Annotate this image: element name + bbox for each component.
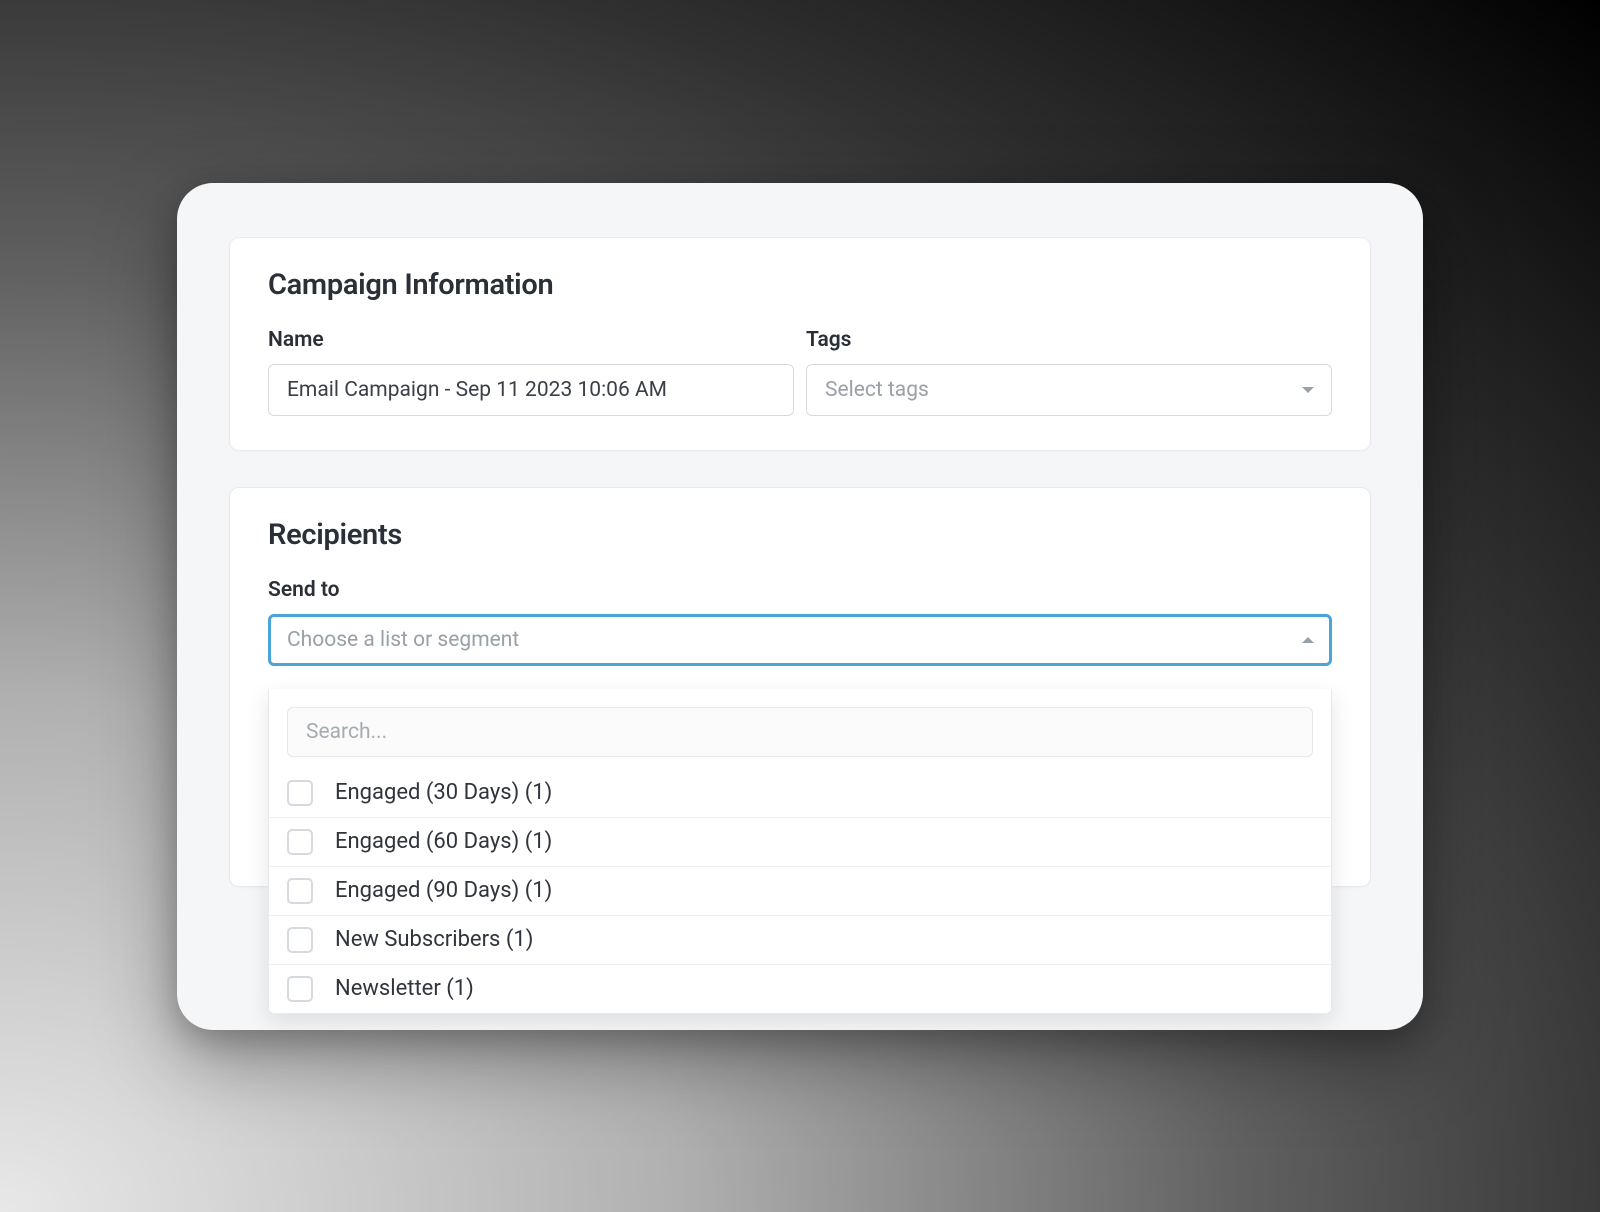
option-label: New Subscribers (1)	[335, 927, 533, 952]
send-to-label: Send to	[268, 578, 1332, 602]
tags-select[interactable]: Select tags	[806, 364, 1332, 416]
recipients-title: Recipients	[268, 518, 1332, 552]
caret-up-icon	[1302, 637, 1314, 643]
search-wrap	[269, 707, 1331, 769]
checkbox-icon[interactable]	[287, 829, 313, 855]
send-to-select[interactable]: Choose a list or segment	[268, 614, 1332, 666]
checkbox-icon[interactable]	[287, 878, 313, 904]
campaign-info-title: Campaign Information	[268, 268, 1332, 302]
checkbox-icon[interactable]	[287, 780, 313, 806]
option-label: Engaged (30 Days) (1)	[335, 780, 552, 805]
option-list: Engaged (30 Days) (1) Engaged (60 Days) …	[269, 769, 1331, 1013]
list-item[interactable]: Engaged (90 Days) (1)	[269, 867, 1331, 916]
tags-group: Tags Select tags	[806, 328, 1332, 416]
list-item[interactable]: Engaged (60 Days) (1)	[269, 818, 1331, 867]
campaign-info-card: Campaign Information Name Tags Select ta…	[229, 237, 1371, 451]
name-group: Name	[268, 328, 794, 416]
campaign-info-row: Name Tags Select tags	[268, 328, 1332, 416]
list-item[interactable]: Newsletter (1)	[269, 965, 1331, 1013]
send-to-select-wrap: Choose a list or segment	[268, 614, 1332, 666]
name-input[interactable]	[268, 364, 794, 416]
name-label: Name	[268, 328, 794, 352]
option-label: Newsletter (1)	[335, 976, 474, 1001]
send-to-group: Send to Choose a list or segment	[268, 578, 1332, 666]
option-label: Engaged (60 Days) (1)	[335, 829, 552, 854]
checkbox-icon[interactable]	[287, 927, 313, 953]
option-label: Engaged (90 Days) (1)	[335, 878, 552, 903]
send-to-placeholder-text: Choose a list or segment	[287, 628, 519, 652]
list-item[interactable]: Engaged (30 Days) (1)	[269, 769, 1331, 818]
checkbox-icon[interactable]	[287, 976, 313, 1002]
tags-select-wrap: Select tags	[806, 364, 1332, 416]
send-to-dropdown: Engaged (30 Days) (1) Engaged (60 Days) …	[268, 689, 1332, 1014]
app-window: Campaign Information Name Tags Select ta…	[177, 183, 1423, 1030]
search-input[interactable]	[287, 707, 1313, 757]
list-item[interactable]: New Subscribers (1)	[269, 916, 1331, 965]
tags-label: Tags	[806, 328, 1332, 352]
caret-down-icon	[1302, 387, 1314, 393]
tags-placeholder-text: Select tags	[825, 378, 929, 402]
recipients-card: Recipients Send to Choose a list or segm…	[229, 487, 1371, 887]
